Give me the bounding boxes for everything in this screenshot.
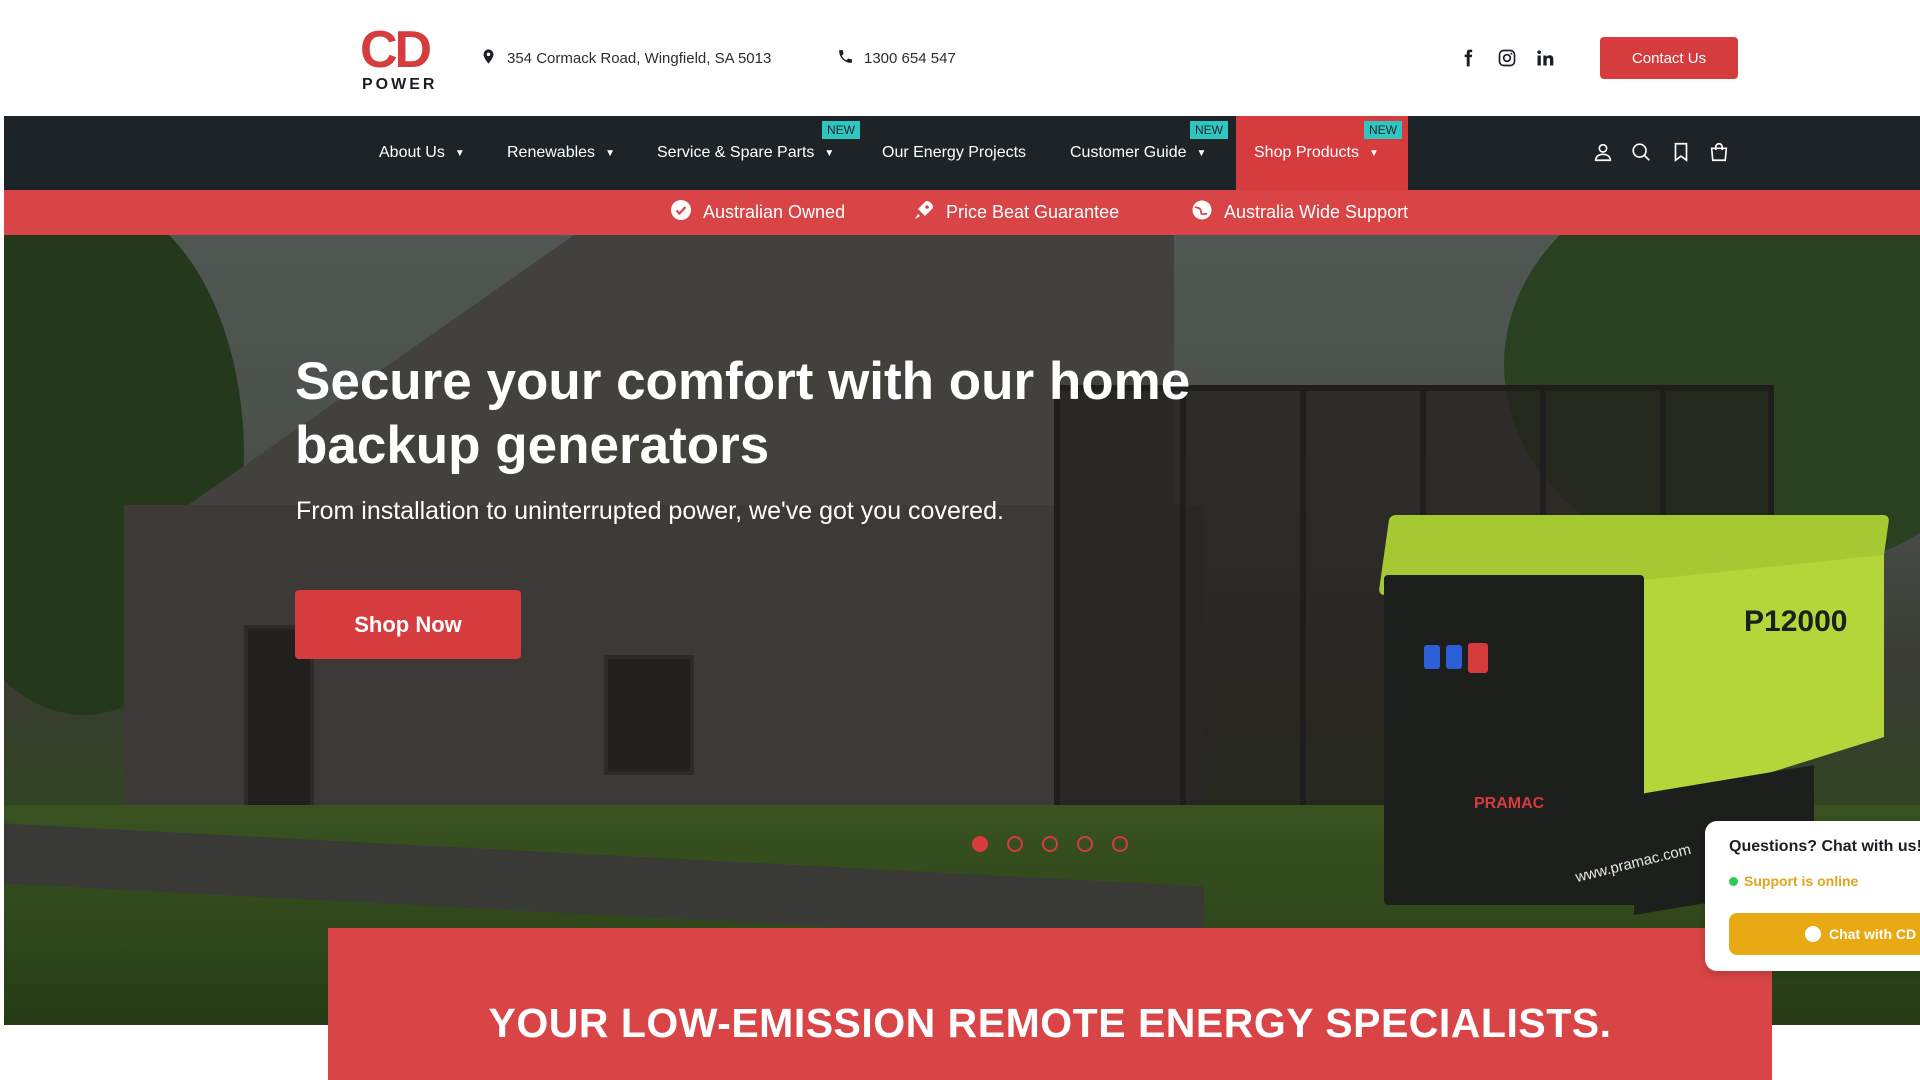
- nav-item-about-us[interactable]: About Us ▼: [379, 116, 465, 190]
- nav-label: Our Energy Projects: [882, 144, 1027, 161]
- facebook-icon[interactable]: [1457, 47, 1479, 69]
- location-pin-icon: [480, 48, 497, 69]
- caret-down-icon: ▼: [1368, 147, 1379, 159]
- caret-down-icon: ▼: [605, 147, 615, 159]
- nav-item-our-energy-projects[interactable]: Our Energy Projects: [882, 116, 1026, 190]
- nav-label: Renewables: [507, 144, 596, 161]
- nav-label: Customer Guide: [1070, 144, 1187, 161]
- chat-status-text: Support is online: [1744, 873, 1859, 889]
- slide-dot-2[interactable]: [1007, 836, 1023, 852]
- phone-number: 1300 654 547: [864, 50, 956, 67]
- nav-item-service-spare-parts[interactable]: Service & Spare Parts ▼: [657, 116, 834, 190]
- benefits-strip: Australian Owned Price Beat Guarantee Au…: [4, 190, 1920, 235]
- slider-dots: [972, 836, 1128, 852]
- nav-label: Shop Products: [1254, 144, 1359, 161]
- new-badge: NEW: [822, 121, 860, 139]
- logo-wordmark: POWER: [362, 76, 438, 93]
- bookmark-icon[interactable]: [1670, 141, 1694, 165]
- nav-item-customer-guide[interactable]: Customer Guide ▼: [1070, 116, 1206, 190]
- benefit-label: Australia Wide Support: [1224, 202, 1409, 222]
- banner-heading: YOUR LOW-EMISSION REMOTE ENERGY SPECIALI…: [488, 1000, 1612, 1046]
- contact-us-button[interactable]: Contact Us: [1600, 37, 1738, 79]
- nav-item-renewables[interactable]: Renewables ▼: [507, 116, 615, 190]
- phone-icon: [837, 48, 854, 69]
- chat-title: Questions? Chat with us!: [1729, 838, 1920, 855]
- site-header: CD POWER 354 Cormack Road, Wingfield, SA…: [0, 0, 1920, 116]
- search-icon[interactable]: [1630, 141, 1654, 165]
- chat-button-label: Chat with CD: [1829, 926, 1917, 942]
- chat-button[interactable]: Chat with CD: [1729, 913, 1920, 955]
- instagram-icon[interactable]: [1496, 47, 1518, 69]
- generator-brand: PRAMAC: [1474, 795, 1545, 812]
- shop-now-button[interactable]: Shop Now: [295, 590, 521, 659]
- chat-status: Support is online: [1729, 873, 1858, 889]
- benefit-label: Australian Owned: [703, 202, 846, 222]
- chat-widget: Questions? Chat with us! Support is onli…: [1705, 821, 1920, 971]
- slide-dot-5[interactable]: [1112, 836, 1128, 852]
- globe-icon: [1190, 198, 1214, 227]
- main-nav: About Us ▼ Renewables ▼ Service & Spare …: [4, 116, 1920, 190]
- benefit-australia-wide-support: Australia Wide Support: [1190, 190, 1408, 235]
- benefit-label: Price Beat Guarantee: [946, 202, 1120, 222]
- rocket-icon: [912, 198, 936, 227]
- badge-check-icon: [669, 198, 693, 227]
- nav-label: Service & Spare Parts: [657, 144, 815, 161]
- generator-model: P12000: [1744, 605, 1848, 638]
- benefit-australian-owned: Australian Owned: [669, 190, 845, 235]
- new-badge: NEW: [1190, 121, 1228, 139]
- slide-dot-1[interactable]: [972, 836, 988, 852]
- slide-dot-3[interactable]: [1042, 836, 1058, 852]
- nav-label: About Us: [379, 144, 445, 161]
- cd-power-logo[interactable]: CD POWER: [360, 24, 440, 94]
- logo-mark: CD: [360, 21, 432, 79]
- hero-slider: P12000 PRAMAC www.pramac.com Secure your…: [4, 235, 1920, 1025]
- slide-dot-4[interactable]: [1077, 836, 1093, 852]
- caret-down-icon: ▼: [824, 147, 835, 159]
- benefit-price-beat-guarantee: Price Beat Guarantee: [912, 190, 1119, 235]
- specialists-banner: YOUR LOW-EMISSION REMOTE ENERGY SPECIALI…: [328, 928, 1772, 1080]
- hero-title: Secure your comfort with our home backup…: [295, 352, 1191, 475]
- new-badge: NEW: [1364, 121, 1402, 139]
- phone[interactable]: 1300 654 547: [837, 48, 956, 69]
- cart-icon[interactable]: [1708, 141, 1732, 165]
- caret-down-icon: ▼: [1196, 147, 1207, 159]
- address[interactable]: 354 Cormack Road, Wingfield, SA 5013: [480, 48, 771, 69]
- address-text: 354 Cormack Road, Wingfield, SA 5013: [507, 50, 772, 67]
- account-icon[interactable]: [1592, 141, 1616, 165]
- online-indicator-icon: [1729, 876, 1738, 886]
- caret-down-icon: ▼: [454, 147, 465, 159]
- chat-bubble-icon: [1805, 926, 1821, 942]
- hero-subtitle: From installation to uninterrupted power…: [296, 497, 1004, 525]
- linkedin-icon[interactable]: [1534, 47, 1556, 69]
